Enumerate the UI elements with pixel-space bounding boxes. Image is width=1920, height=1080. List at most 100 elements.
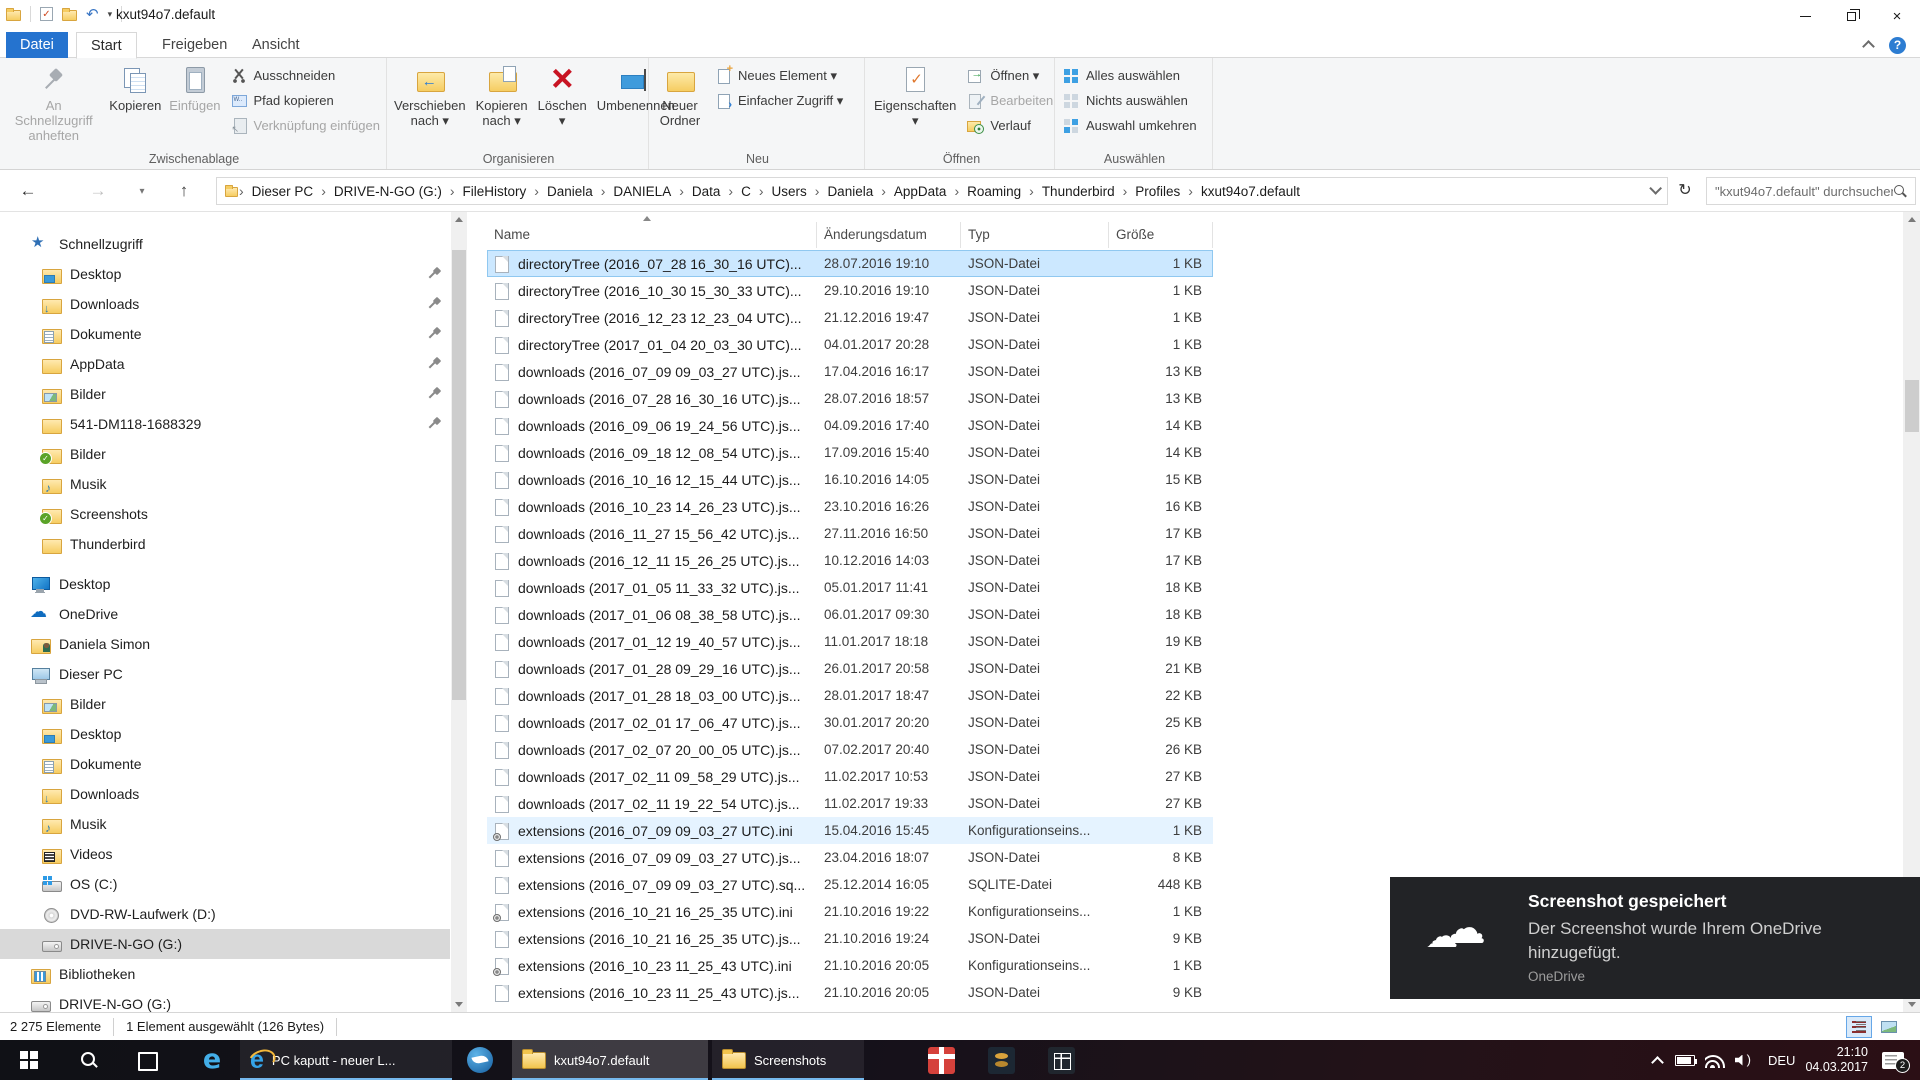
taskbar-window-kxut94o7-default[interactable]: kxut94o7.default <box>512 1040 708 1080</box>
file-row[interactable]: downloads (2017_01_05 11_33_32 UTC).js..… <box>487 574 1213 601</box>
breadcrumb-segment[interactable]: C <box>734 184 758 199</box>
file-row[interactable]: directoryTree (2016_12_23 12_23_04 UTC).… <box>487 304 1213 331</box>
column-header-gr-e[interactable]: Größe <box>1109 222 1213 248</box>
ribbon-button-delete[interactable]: Löschen▾ <box>533 58 592 128</box>
ribbon-button-path[interactable]: Pfad kopieren <box>225 88 387 113</box>
tray-expand-icon[interactable] <box>1651 1055 1665 1065</box>
column-header--nderungsdatum[interactable]: Änderungsdatum <box>817 222 961 248</box>
file-row[interactable]: downloads (2017_02_11 19_22_54 UTC).js..… <box>487 790 1213 817</box>
ribbon-button-scissors[interactable]: Ausschneiden <box>225 63 387 88</box>
breadcrumb-segment[interactable]: Dieser PC <box>245 184 321 199</box>
breadcrumb-segment[interactable]: Daniela <box>820 184 880 199</box>
address-dropdown-icon[interactable] <box>1641 182 1665 200</box>
sidebar-item-dvd-rw-laufwerk-d-[interactable]: DVD-RW-Laufwerk (D:) <box>0 899 450 929</box>
sidebar-item-desktop[interactable]: Desktop <box>0 259 450 289</box>
sidebar-item-dieser-pc[interactable]: Dieser PC <box>0 659 450 689</box>
file-row[interactable]: downloads (2017_01_28 09_29_16 UTC).js..… <box>487 655 1213 682</box>
breadcrumb-segment[interactable]: DANIELA <box>606 184 678 199</box>
ribbon-button-newitem[interactable]: Neues Element ▾ <box>709 63 849 88</box>
breadcrumb-segment[interactable]: DRIVE-N-GO (G:) <box>327 184 449 199</box>
qat-customize-caret-icon[interactable]: ▾ <box>108 9 113 20</box>
file-row[interactable]: downloads (2016_07_09 09_03_27 UTC).js..… <box>487 358 1213 385</box>
ribbon-button-properties[interactable]: Eigenschaften▾ <box>869 60 961 128</box>
file-row[interactable]: downloads (2017_01_06 08_38_58 UTC).js..… <box>487 601 1213 628</box>
ribbon-button-selectnone[interactable]: Nichts auswählen <box>1057 88 1203 113</box>
taskbar-calculator-app-button[interactable] <box>1038 1040 1084 1080</box>
taskbar-search-button[interactable] <box>66 1040 112 1080</box>
onedrive-toast-notification[interactable]: Screenshot gespeichert Der Screenshot wu… <box>1390 877 1920 999</box>
breadcrumb-segment[interactable]: AppData <box>887 184 954 199</box>
breadcrumb-segment[interactable]: kxut94o7.default <box>1194 184 1307 199</box>
collapse-ribbon-icon[interactable] <box>1862 38 1876 52</box>
recent-locations-caret-icon[interactable]: ▾ <box>132 178 152 204</box>
sidebar-item-dokumente[interactable]: Dokumente <box>0 319 450 349</box>
ribbon-button-invert[interactable]: Auswahl umkehren <box>1057 113 1203 138</box>
search-box[interactable]: "kxut94o7.default" durchsuchen <box>1706 177 1916 205</box>
ribbon-button-copy[interactable]: Kopieren <box>105 60 165 113</box>
file-row[interactable]: downloads (2016_12_11 15_26_25 UTC).js..… <box>487 547 1213 574</box>
tab-ansicht[interactable]: Ansicht <box>238 32 314 58</box>
file-row[interactable]: extensions (2016_10_23 11_25_43 UTC).js.… <box>487 979 1213 1006</box>
breadcrumb-segment[interactable]: Roaming <box>960 184 1028 199</box>
sidebar-item-screenshots[interactable]: Screenshots <box>0 499 450 529</box>
file-row[interactable]: extensions (2016_10_21 16_25_35 UTC).ini… <box>487 898 1213 925</box>
refresh-icon[interactable]: ↻ <box>1672 179 1698 203</box>
sidebar-item-bibliotheken[interactable]: Bibliotheken <box>0 959 450 989</box>
file-row[interactable]: extensions (2016_07_09 09_03_27 UTC).ini… <box>487 817 1213 844</box>
taskbar-window-screenshots[interactable]: Screenshots <box>712 1040 864 1080</box>
battery-icon[interactable] <box>1674 1054 1697 1066</box>
file-row[interactable]: downloads (2017_01_12 19_40_57 UTC).js..… <box>487 628 1213 655</box>
sidebar-item-musik[interactable]: Musik <box>0 809 450 839</box>
breadcrumb-segment[interactable]: Users <box>765 184 814 199</box>
ribbon-button-pin[interactable]: An Schnellzugriff anheften <box>2 60 105 143</box>
sidebar-item-desktop[interactable]: Desktop <box>0 719 450 749</box>
column-header-name[interactable]: Name <box>487 222 817 248</box>
file-row[interactable]: directoryTree (2016_10_30 15_30_33 UTC).… <box>487 277 1213 304</box>
taskbar-edge-button[interactable]: e <box>188 1040 236 1080</box>
clock[interactable]: 21:10 04.03.2017 <box>1805 1045 1868 1075</box>
ribbon-button-easyaccess[interactable]: Einfacher Zugriff ▾ <box>709 88 849 113</box>
taskbar-gift-app-button[interactable] <box>918 1040 964 1080</box>
ribbon-button-shortcut[interactable]: Verknüpfung einfügen <box>225 113 387 138</box>
sidebar-item-onedrive[interactable]: OneDrive <box>0 599 450 629</box>
ribbon-button-history[interactable]: Verlauf <box>961 113 1059 138</box>
sidebar-item-daniela-simon[interactable]: Daniela Simon <box>0 629 450 659</box>
taskbar-window-pc-kaputt-neuer-l-[interactable]: e PC kaputt - neuer L... <box>240 1040 452 1080</box>
breadcrumb-segment[interactable]: Data <box>685 184 728 199</box>
new-folder-quick-icon[interactable] <box>62 7 77 21</box>
ribbon-button-paste[interactable]: Einfügen <box>165 60 224 113</box>
file-row[interactable]: downloads (2016_07_28 16_30_16 UTC).js..… <box>487 385 1213 412</box>
breadcrumb-segment[interactable]: Profiles <box>1128 184 1187 199</box>
ribbon-button-open[interactable]: Öffnen ▾ <box>961 63 1059 88</box>
start-button[interactable] <box>0 1040 58 1080</box>
breadcrumb-segment[interactable]: Thunderbird <box>1035 184 1122 199</box>
file-row[interactable]: extensions (2016_10_23 11_25_43 UTC).ini… <box>487 952 1213 979</box>
sidebar-item-thunderbird[interactable]: Thunderbird <box>0 529 450 559</box>
up-button[interactable]: ↑ <box>170 178 198 204</box>
restore-button[interactable] <box>1828 0 1874 32</box>
thumbnail-view-button[interactable] <box>1876 1016 1902 1038</box>
file-row[interactable]: downloads (2016_09_18 12_08_54 UTC).js..… <box>487 439 1213 466</box>
sidebar-item-os-c-[interactable]: OS (C:) <box>0 869 450 899</box>
sidebar-item-musik[interactable]: Musik <box>0 469 450 499</box>
sidebar-item-541-dm118-1688329[interactable]: 541-DM118-1688329 <box>0 409 450 439</box>
sidebar-item-schnellzugriff[interactable]: Schnellzugriff <box>0 229 450 259</box>
file-row[interactable]: extensions (2016_07_09 09_03_27 UTC).sq.… <box>487 871 1213 898</box>
sidebar-item-appdata[interactable]: AppData <box>0 349 450 379</box>
task-view-button[interactable] <box>124 1040 170 1080</box>
column-header-typ[interactable]: Typ <box>961 222 1109 248</box>
breadcrumb-segment[interactable]: Daniela <box>540 184 600 199</box>
sidebar-item-desktop[interactable]: Desktop <box>0 569 450 599</box>
file-row[interactable]: downloads (2016_10_16 12_15_44 UTC).js..… <box>487 466 1213 493</box>
sidebar-item-videos[interactable]: Videos <box>0 839 450 869</box>
search-icon[interactable] <box>1893 184 1907 198</box>
action-center-icon[interactable]: 2 <box>1882 1051 1910 1073</box>
close-button[interactable]: × <box>1874 0 1920 32</box>
tab-datei[interactable]: Datei <box>6 32 68 58</box>
undo-icon[interactable]: ↶ <box>86 7 99 22</box>
tab-freigeben[interactable]: Freigeben <box>148 32 241 58</box>
ribbon-button-move[interactable]: Verschiebennach ▾ <box>389 60 471 128</box>
volume-icon[interactable] <box>1735 1052 1753 1068</box>
taskbar-finance-app-button[interactable] <box>978 1040 1024 1080</box>
file-row[interactable]: extensions (2016_07_09 09_03_27 UTC).js.… <box>487 844 1213 871</box>
